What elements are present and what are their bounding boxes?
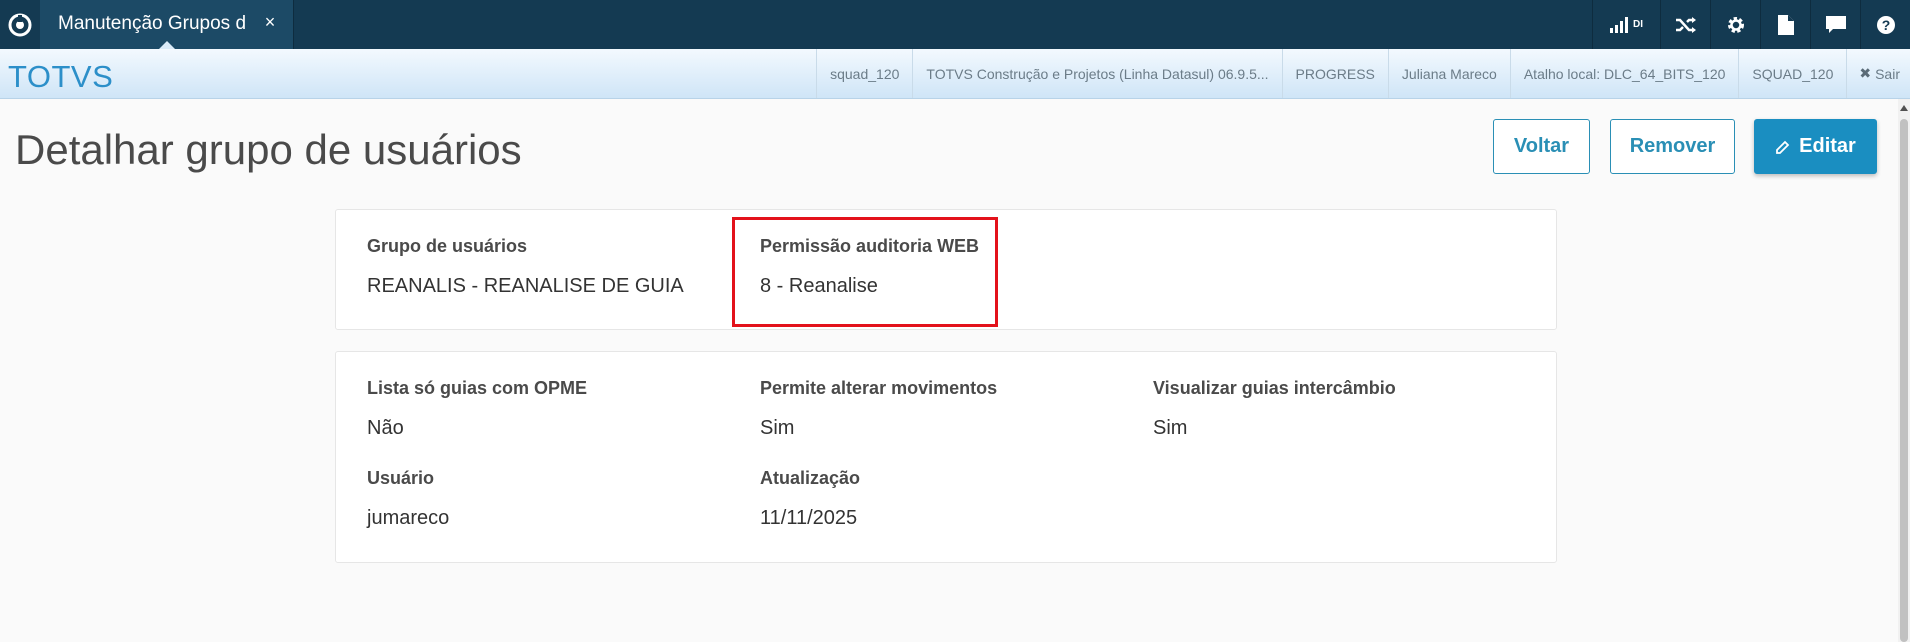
document-icon[interactable]: [1760, 0, 1810, 49]
logout-button[interactable]: ✖ Sair: [1846, 49, 1910, 98]
brand-logo: TOTVS: [8, 59, 114, 94]
group-label: Grupo de usuários: [367, 236, 528, 256]
shuffle-icon[interactable]: [1660, 0, 1710, 49]
help-icon[interactable]: ?: [1860, 0, 1910, 49]
scrollbar-thumb[interactable]: [1900, 119, 1908, 642]
info-environment[interactable]: SQUAD_120: [1738, 49, 1846, 98]
page-title: Detalhar grupo de usuários: [15, 126, 522, 173]
group-value: REANALIS - REANALISE DE GUIA: [367, 275, 684, 297]
svg-text:?: ?: [1881, 17, 1890, 33]
alter-movements-label: Permite alterar movimentos: [760, 378, 998, 398]
tab-close-icon[interactable]: ×: [260, 12, 280, 33]
vertical-scrollbar[interactable]: [1898, 99, 1910, 642]
scroll-up-icon[interactable]: [1900, 105, 1908, 111]
user-field: Usuário jumareco: [367, 468, 449, 530]
top-navigation-bar: Manutenção Grupos d × DI ?: [0, 0, 1910, 50]
close-icon: ✖: [1859, 65, 1872, 81]
opme-label: Lista só guias com OPME: [367, 378, 588, 398]
group-details-card: Lista só guias com OPME Não Permite alte…: [335, 351, 1557, 563]
updated-field: Atualização 11/11/2025: [760, 468, 860, 530]
info-user[interactable]: Juliana Mareco: [1387, 49, 1510, 98]
info-database[interactable]: PROGRESS: [1281, 49, 1388, 98]
user-value: jumareco: [367, 507, 450, 529]
info-bar: TOTVS squad_120 TOTVS Construção e Proje…: [0, 49, 1910, 99]
updated-label: Atualização: [760, 468, 861, 488]
edit-button[interactable]: Editar: [1754, 119, 1877, 174]
top-toolbar: DI ?: [1592, 0, 1910, 49]
group-field: Grupo de usuários REANALIS - REANALISE D…: [367, 236, 684, 298]
edit-button-label: Editar: [1799, 135, 1856, 157]
interchange-label: Visualizar guias intercâmbio: [1153, 378, 1396, 398]
alter-movements-field: Permite alterar movimentos Sim: [760, 378, 997, 440]
tab-label: Manutenção Grupos d: [58, 13, 247, 34]
app-logo-icon[interactable]: [0, 0, 40, 49]
highlight-box: [732, 217, 998, 327]
remove-button[interactable]: Remover: [1610, 119, 1735, 174]
interchange-field: Visualizar guias intercâmbio Sim: [1153, 378, 1396, 440]
pencil-icon: [1775, 139, 1791, 155]
gear-icon[interactable]: [1710, 0, 1760, 49]
opme-value: Não: [367, 417, 404, 439]
updated-value: 11/11/2025: [760, 507, 858, 529]
logout-label: Sair: [1875, 65, 1900, 82]
opme-field: Lista só guias com OPME Não: [367, 378, 587, 440]
back-button[interactable]: Voltar: [1493, 119, 1590, 174]
info-squad[interactable]: squad_120: [816, 49, 912, 98]
info-product[interactable]: TOTVS Construção e Projetos (Linha Datas…: [912, 49, 1281, 98]
tab-manutencao-grupos[interactable]: Manutenção Grupos d ×: [40, 0, 294, 50]
user-label: Usuário: [367, 468, 435, 488]
interchange-value: Sim: [1153, 417, 1188, 439]
info-shortcut[interactable]: Atalho local: DLC_64_BITS_120: [1509, 49, 1739, 98]
signal-badge: DI: [1633, 19, 1643, 30]
session-info: squad_120 TOTVS Construção e Projetos (L…: [816, 49, 1910, 98]
alter-movements-value: Sim: [760, 417, 795, 439]
signal-icon[interactable]: DI: [1592, 0, 1660, 49]
chat-icon[interactable]: [1810, 0, 1860, 49]
